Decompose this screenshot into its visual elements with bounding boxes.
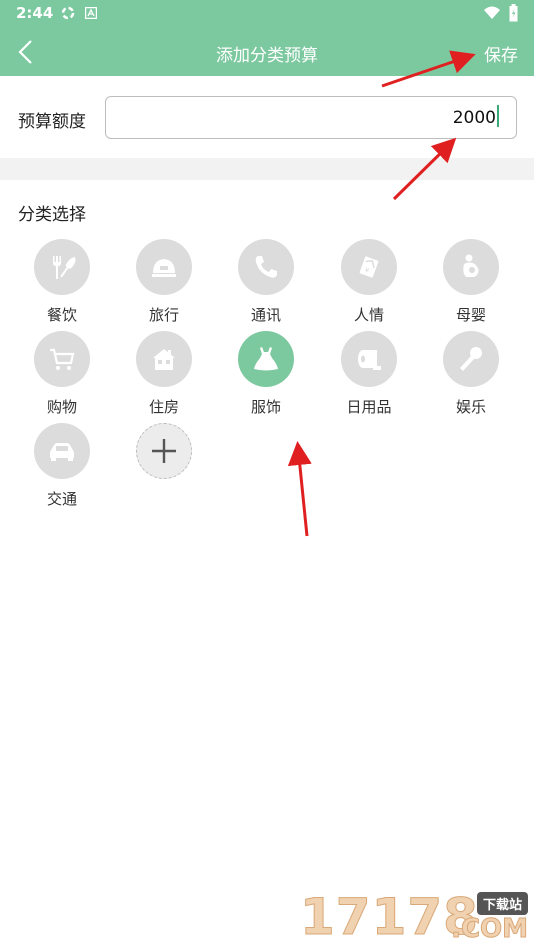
car-icon bbox=[50, 443, 74, 461]
save-button[interactable]: 保存 bbox=[484, 41, 518, 66]
category-section-label: 分类选择 bbox=[18, 205, 86, 225]
category-label: 交通 bbox=[46, 490, 77, 508]
category-item-travel[interactable]: 旅行 bbox=[124, 239, 204, 325]
page-title: 添加分类预算 bbox=[216, 46, 318, 66]
category-item-shopping[interactable]: 购物 bbox=[22, 331, 102, 417]
mother-baby-icon bbox=[463, 254, 479, 277]
category-item-clothing[interactable]: 服饰 bbox=[226, 331, 306, 417]
category-label: 服饰 bbox=[250, 398, 281, 416]
gift-envelope-icon: ¥ bbox=[359, 256, 379, 278]
category-item-housing[interactable]: 住房 bbox=[124, 331, 204, 417]
battery-icon bbox=[509, 4, 518, 22]
category-icon-circle bbox=[34, 331, 90, 387]
category-item-entertainment[interactable]: 娱乐 bbox=[431, 331, 511, 417]
category-label: 旅行 bbox=[148, 306, 179, 324]
budget-amount-input[interactable]: 2000 bbox=[105, 96, 517, 139]
add-category-button[interactable] bbox=[124, 423, 204, 479]
plus-icon bbox=[152, 439, 176, 463]
category-item-catering[interactable]: 餐饮 bbox=[22, 239, 102, 325]
microphone-icon bbox=[460, 347, 482, 371]
dress-icon bbox=[254, 347, 278, 371]
category-label: 通讯 bbox=[250, 306, 281, 324]
watermark-logo: 17178 下载站 .COM bbox=[300, 886, 530, 948]
budget-value: 2000 bbox=[452, 108, 496, 128]
category-label: 娱乐 bbox=[455, 398, 486, 416]
category-icon-circle: ¥ bbox=[341, 239, 397, 295]
wifi-icon bbox=[484, 6, 500, 19]
cart-icon bbox=[50, 348, 75, 370]
category-icon-circle bbox=[34, 239, 90, 295]
add-category-circle bbox=[136, 423, 192, 479]
category-label: 母婴 bbox=[455, 306, 486, 324]
text-caret bbox=[497, 105, 499, 127]
category-item-gifts[interactable]: ¥ 人情 bbox=[329, 239, 409, 325]
category-label: 人情 bbox=[353, 306, 384, 324]
tent-icon bbox=[152, 259, 176, 277]
toilet-paper-icon bbox=[358, 350, 381, 370]
app-notification-icon bbox=[85, 7, 97, 19]
category-item-telecom[interactable]: 通讯 bbox=[226, 239, 306, 325]
category-label: 住房 bbox=[148, 398, 179, 416]
category-item-daily-goods[interactable]: 日用品 bbox=[329, 331, 409, 417]
phone-icon bbox=[255, 256, 277, 278]
category-item-transport[interactable]: 交通 bbox=[22, 423, 102, 509]
category-label: 日用品 bbox=[346, 398, 392, 416]
watermark-suffix: .COM bbox=[451, 914, 529, 945]
category-icon-circle bbox=[136, 239, 192, 295]
watermark-badge: 下载站 bbox=[476, 892, 528, 915]
status-time: 2:44 bbox=[16, 4, 54, 22]
category-icon-circle-selected bbox=[238, 331, 294, 387]
budget-label: 预算额度 bbox=[18, 112, 86, 132]
section-divider bbox=[0, 158, 534, 180]
category-icon-circle bbox=[443, 331, 499, 387]
category-icon-circle bbox=[136, 331, 192, 387]
category-icon-circle bbox=[443, 239, 499, 295]
arrow-to-clothing-category bbox=[287, 441, 312, 537]
app-bar: 添加分类预算 保存 bbox=[0, 28, 534, 76]
category-label: 购物 bbox=[46, 398, 77, 416]
category-icon-circle bbox=[34, 423, 90, 479]
sync-icon bbox=[61, 6, 75, 20]
utensils-icon bbox=[53, 256, 76, 279]
house-icon bbox=[153, 349, 175, 370]
category-item-maternal[interactable]: 母婴 bbox=[431, 239, 511, 325]
category-icon-circle bbox=[238, 239, 294, 295]
category-icon-circle bbox=[341, 331, 397, 387]
category-label: 餐饮 bbox=[46, 306, 77, 324]
status-bar: 2:44 bbox=[0, 0, 534, 28]
